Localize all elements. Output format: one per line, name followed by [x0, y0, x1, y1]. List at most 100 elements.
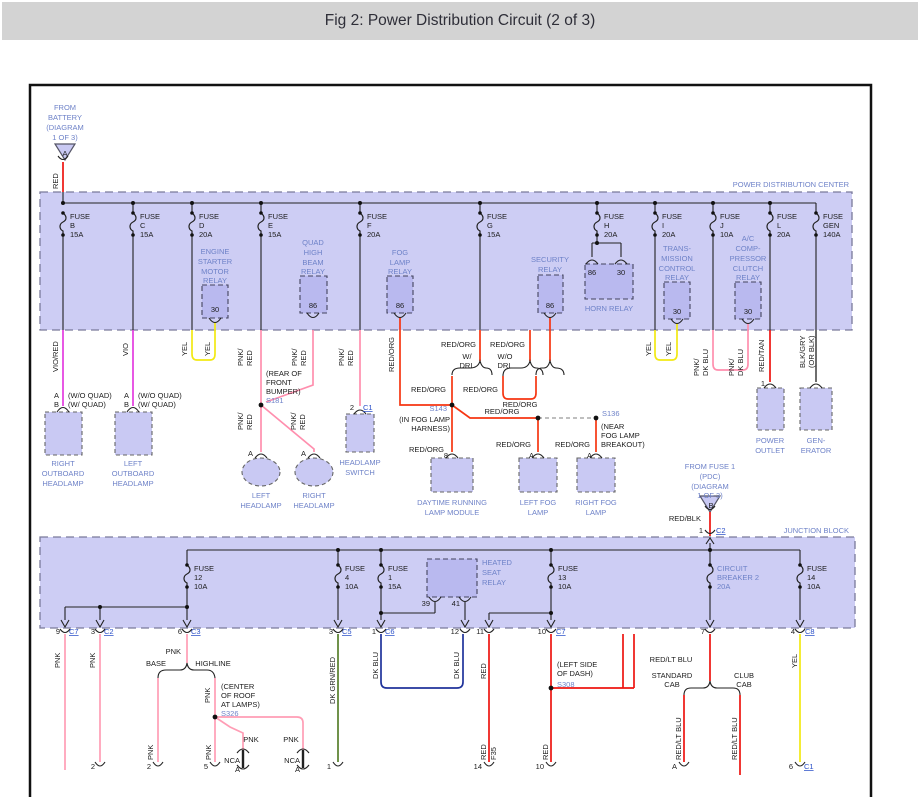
connector-link[interactable]: C1 [363, 403, 373, 412]
wire-label: YEL [790, 654, 799, 668]
fuse-terminal [336, 585, 340, 589]
fuse-terminal [549, 563, 553, 567]
left-outboard-headlamp-box [114, 411, 153, 456]
component-label: LEFT FOG [520, 498, 557, 507]
fuse-label: B [70, 221, 75, 230]
wire-label: PNK/ [290, 348, 299, 366]
wire-label: A [248, 449, 253, 458]
wire-label: A [529, 451, 534, 460]
fuse-label: 15A [268, 230, 281, 239]
connector-link[interactable]: C6 [385, 627, 395, 636]
wire-label: A [587, 451, 592, 460]
connector-link[interactable]: C8 [805, 627, 815, 636]
splice-s326 [212, 714, 218, 720]
fuse-terminal [711, 211, 715, 215]
component-label: S143 [429, 404, 447, 413]
component-label: STARTER [198, 257, 233, 266]
fuse-label: I [662, 221, 664, 230]
wire-label: 10 [538, 627, 546, 636]
fuse-terminal [653, 211, 657, 215]
wire-label: RED/LT BLU [650, 655, 693, 664]
wire-label: BUMPER) [266, 387, 301, 396]
fuse-terminal [708, 585, 712, 589]
component-label: POWER [756, 436, 785, 445]
connector-link[interactable]: C2 [104, 627, 114, 636]
fuse-terminal [711, 233, 715, 237]
fuse-label: D [199, 221, 205, 230]
wire-label: 1 [327, 762, 331, 771]
fuse-label: E [268, 221, 273, 230]
connector-link[interactable]: C3 [191, 627, 201, 636]
component-label: HEADLAMP [42, 479, 83, 488]
wire-label: 6 [789, 762, 793, 771]
page: Fig 2: Power Distribution Circuit (2 of … [0, 0, 921, 797]
component-label: S308 [557, 680, 575, 689]
wire-label: (W/ QUAD) [68, 400, 106, 409]
connector-link[interactable]: C1 [804, 762, 814, 771]
wire-label: RED/TAN [757, 340, 766, 372]
splice-s143 [449, 402, 455, 408]
component-label: RELAY [388, 267, 412, 276]
fuse-label: 140A [823, 230, 841, 239]
fuse-label: FUSE [558, 564, 578, 573]
fuse-label: FUSE [807, 564, 827, 573]
fuse-terminal [798, 585, 802, 589]
fuse-terminal [190, 233, 194, 237]
component-label: TRANS- [663, 244, 691, 253]
component-label: HEADLAMP [240, 501, 281, 510]
fuse-label: 10A [345, 582, 358, 591]
fuse-terminal [358, 233, 362, 237]
wire-label: CAB [664, 680, 679, 689]
wire-label: PNK/ [236, 412, 245, 430]
component-label: (PDC) [700, 472, 721, 481]
wire-label: STANDARD [652, 671, 693, 680]
component-label: 1 OF 3) [697, 491, 723, 500]
wire-label: RED [245, 350, 254, 366]
wire-label: VIO [121, 343, 130, 356]
connector-link[interactable]: C7 [69, 627, 79, 636]
wire-label: YEL [664, 342, 673, 356]
fuse-label: L [777, 221, 781, 230]
wire-label: 86 [309, 301, 317, 310]
wire-label: RED [479, 744, 488, 760]
wire-label: 39 [422, 599, 430, 608]
component-label: SWITCH [345, 468, 375, 477]
figure-title-bar: Fig 2: Power Distribution Circuit (2 of … [2, 2, 918, 40]
fuse-terminal [595, 233, 599, 237]
wire-label: PNK/ [727, 358, 736, 376]
component-label: LAMP MODULE [425, 508, 479, 517]
wire-label: DRL [497, 361, 512, 370]
wire-label: 1 [372, 627, 376, 636]
wire-label: (OR BLK) [807, 335, 816, 368]
wire-label: RED [541, 744, 550, 760]
fuse-label: G [487, 221, 493, 230]
connector-link[interactable]: C7 [556, 627, 566, 636]
component-label: 1 OF 3) [52, 133, 78, 142]
component-label: CONTROL [659, 264, 696, 273]
fuse-terminal [708, 563, 712, 567]
component-label: RELAY [665, 273, 689, 282]
component-label: (DIAGRAM [46, 123, 84, 132]
fuse-label: FUSE [268, 212, 288, 221]
wire-label: (CENTER [221, 682, 255, 691]
wire-label: 6 [178, 627, 182, 636]
fuse-label: 10A [194, 582, 207, 591]
connector-link[interactable]: C2 [716, 526, 726, 535]
fuse-terminal [131, 211, 135, 215]
wire-label: 86 [396, 301, 404, 310]
component-label: S181 [266, 396, 284, 405]
component-label: A/C [742, 234, 755, 243]
wire-label: PNK [243, 735, 258, 744]
wire-label: CLUB [734, 671, 754, 680]
wire-label: 2 [147, 762, 151, 771]
fuse-terminal [131, 233, 135, 237]
wire-label: PNK [53, 653, 62, 668]
wire-label: 41 [452, 599, 460, 608]
component-label: FROM FUSE 1 [685, 462, 735, 471]
fuse-label: CIRCUIT [717, 564, 748, 573]
fuse-label: 15A [70, 230, 83, 239]
wire-label: 30 [744, 307, 752, 316]
fuse-label: 12 [194, 573, 202, 582]
connector-link[interactable]: C5 [342, 627, 352, 636]
component-label: SECURITY [531, 255, 569, 264]
